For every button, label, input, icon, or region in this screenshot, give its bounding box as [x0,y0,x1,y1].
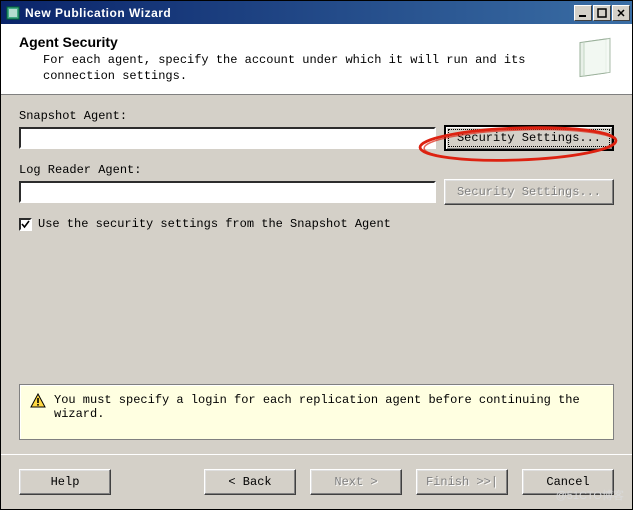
warning-icon [30,393,46,413]
page-title: Agent Security [19,34,560,50]
title-bar: New Publication Wizard [1,1,632,24]
wizard-body: Snapshot Agent: Security Settings... Log… [1,95,632,454]
window-title: New Publication Wizard [25,6,573,20]
next-button: Next > [310,469,402,495]
snapshot-agent-input[interactable] [19,127,436,149]
back-button[interactable]: < Back [204,469,296,495]
maximize-button[interactable] [593,5,611,21]
wizard-header: Agent Security For each agent, specify t… [1,24,632,95]
finish-button: Finish >>| [416,469,508,495]
log-reader-security-settings-button: Security Settings... [444,179,614,205]
cancel-button[interactable]: Cancel [522,469,614,495]
header-graphic-icon [568,34,618,84]
log-reader-agent-input[interactable] [19,181,436,203]
warning-text: You must specify a login for each replic… [54,393,603,421]
warning-panel: You must specify a login for each replic… [19,384,614,440]
use-snapshot-settings-row[interactable]: Use the security settings from the Snaps… [19,217,614,231]
snapshot-security-settings-button[interactable]: Security Settings... [444,125,614,151]
app-icon [5,5,21,21]
help-button[interactable]: Help [19,469,111,495]
log-reader-agent-label: Log Reader Agent: [19,163,614,177]
minimize-button[interactable] [574,5,592,21]
use-snapshot-settings-checkbox[interactable] [19,218,32,231]
use-snapshot-settings-label: Use the security settings from the Snaps… [38,217,391,231]
snapshot-agent-label: Snapshot Agent: [19,109,614,123]
wizard-footer: Help < Back Next > Finish >>| Cancel [1,454,632,509]
wizard-window: New Publication Wizard Agent Security Fo… [0,0,633,510]
close-button[interactable] [612,5,630,21]
page-description: For each agent, specify the account unde… [43,52,560,84]
window-controls [573,5,630,21]
